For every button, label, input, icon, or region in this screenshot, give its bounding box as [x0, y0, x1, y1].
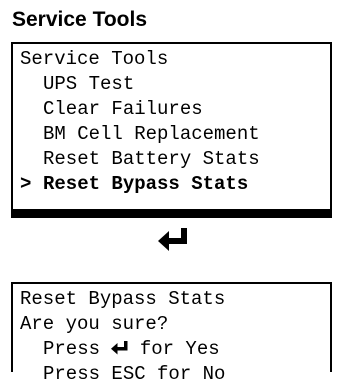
menu-item-label: Reset Bypass Stats [43, 173, 249, 195]
enter-key-icon [111, 341, 128, 355]
selection-cursor: > [20, 173, 32, 195]
menu-item-reset-battery-stats[interactable]: Reset Battery Stats [20, 147, 330, 172]
confirm-yes-line: Press for Yes [20, 337, 330, 362]
confirm-no-line: Press ESC for No [43, 363, 226, 385]
confirm-question: Are you sure? [20, 313, 169, 335]
section-heading: Service Tools [12, 8, 148, 31]
menu-item-reset-bypass-stats[interactable]: > Reset Bypass Stats [20, 172, 330, 197]
menu-item-bm-cell-replacement[interactable]: BM Cell Replacement [20, 122, 330, 147]
confirm-yes-prefix: Press [43, 338, 112, 360]
confirm-yes-suffix: for Yes [128, 338, 220, 360]
confirm-screen: Reset Bypass Stats Are you sure? Press f… [11, 282, 332, 385]
confirm-title: Reset Bypass Stats [20, 288, 226, 310]
service-tools-menu-screen: Service Tools UPS Test Clear Failures BM… [11, 42, 332, 218]
menu-title: Service Tools [20, 48, 169, 70]
menu-item-clear-failures[interactable]: Clear Failures [20, 97, 330, 122]
menu-item-ups-test[interactable]: UPS Test [20, 72, 330, 97]
enter-key-icon [158, 228, 187, 251]
